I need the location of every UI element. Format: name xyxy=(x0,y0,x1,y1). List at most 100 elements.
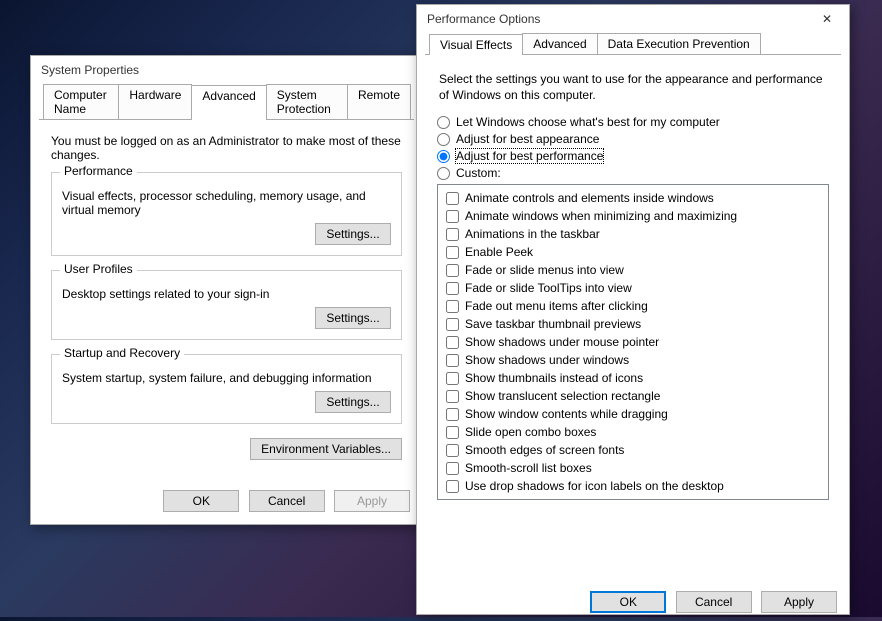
system-properties-title: System Properties xyxy=(41,63,420,77)
group-startup-recovery-legend: Startup and Recovery xyxy=(60,346,184,360)
tab-perf-advanced[interactable]: Advanced xyxy=(522,33,597,54)
check-input-11[interactable] xyxy=(446,390,459,403)
check-input-9[interactable] xyxy=(446,354,459,367)
system-properties-titlebar: System Properties xyxy=(31,56,422,84)
visual-effects-radio-group: Let Windows choose what's best for my co… xyxy=(437,115,829,180)
tab-advanced[interactable]: Advanced xyxy=(191,85,266,120)
check-input-4[interactable] xyxy=(446,264,459,277)
startup-recovery-settings-button[interactable]: Settings... xyxy=(315,391,391,413)
check-option-8[interactable]: Show shadows under mouse pointer xyxy=(444,333,822,351)
group-user-profiles-legend: User Profiles xyxy=(60,262,137,276)
sysprops-apply-button[interactable]: Apply xyxy=(334,490,410,512)
check-input-6[interactable] xyxy=(446,300,459,313)
check-input-1[interactable] xyxy=(446,210,459,223)
perfopts-ok-button[interactable]: OK xyxy=(590,591,666,613)
sysprops-ok-button[interactable]: OK xyxy=(163,490,239,512)
check-option-0[interactable]: Animate controls and elements inside win… xyxy=(444,189,822,207)
check-label-2: Animations in the taskbar xyxy=(465,225,600,243)
group-user-profiles: User Profiles Desktop settings related t… xyxy=(51,270,402,340)
radio-option-2[interactable]: Adjust for best performance xyxy=(437,149,829,163)
performance-options-titlebar: Performance Options ✕ xyxy=(417,5,849,33)
performance-options-tabstrip: Visual Effects Advanced Data Execution P… xyxy=(425,33,841,55)
check-input-16[interactable] xyxy=(446,480,459,493)
radio-option-1[interactable]: Adjust for best appearance xyxy=(437,132,829,146)
performance-options-button-row: OK Cancel Apply xyxy=(417,583,849,621)
group-startup-recovery: Startup and Recovery System startup, sys… xyxy=(51,354,402,424)
radio-input-1[interactable] xyxy=(437,133,450,146)
check-option-15[interactable]: Smooth-scroll list boxes xyxy=(444,459,822,477)
check-input-7[interactable] xyxy=(446,318,459,331)
perfopts-apply-button[interactable]: Apply xyxy=(761,591,837,613)
performance-options-title: Performance Options xyxy=(427,12,807,26)
radio-input-0[interactable] xyxy=(437,116,450,129)
close-icon[interactable]: ✕ xyxy=(807,6,847,32)
check-label-7: Save taskbar thumbnail previews xyxy=(465,315,641,333)
check-option-2[interactable]: Animations in the taskbar xyxy=(444,225,822,243)
check-label-15: Smooth-scroll list boxes xyxy=(465,459,592,477)
system-properties-window: System Properties Computer Name Hardware… xyxy=(30,55,423,525)
tab-hardware[interactable]: Hardware xyxy=(118,84,192,119)
environment-variables-button[interactable]: Environment Variables... xyxy=(250,438,402,460)
tab-system-protection[interactable]: System Protection xyxy=(266,84,348,119)
radio-option-0[interactable]: Let Windows choose what's best for my co… xyxy=(437,115,829,129)
check-option-12[interactable]: Show window contents while dragging xyxy=(444,405,822,423)
check-option-10[interactable]: Show thumbnails instead of icons xyxy=(444,369,822,387)
group-performance-legend: Performance xyxy=(60,164,137,178)
visual-effects-intro: Select the settings you want to use for … xyxy=(439,71,827,103)
check-input-0[interactable] xyxy=(446,192,459,205)
group-user-profiles-desc: Desktop settings related to your sign-in xyxy=(62,287,391,301)
system-properties-tab-body: You must be logged on as an Administrato… xyxy=(39,120,414,474)
check-input-12[interactable] xyxy=(446,408,459,421)
check-option-16[interactable]: Use drop shadows for icon labels on the … xyxy=(444,477,822,495)
performance-settings-button[interactable]: Settings... xyxy=(315,223,391,245)
check-label-3: Enable Peek xyxy=(465,243,533,261)
visual-effects-check-list[interactable]: Animate controls and elements inside win… xyxy=(437,184,829,500)
performance-options-tab-body: Select the settings you want to use for … xyxy=(425,55,841,575)
check-label-0: Animate controls and elements inside win… xyxy=(465,189,714,207)
check-option-5[interactable]: Fade or slide ToolTips into view xyxy=(444,279,822,297)
radio-option-3[interactable]: Custom: xyxy=(437,166,829,180)
check-option-14[interactable]: Smooth edges of screen fonts xyxy=(444,441,822,459)
check-option-9[interactable]: Show shadows under windows xyxy=(444,351,822,369)
sysprops-cancel-button[interactable]: Cancel xyxy=(249,490,325,512)
group-performance-desc: Visual effects, processor scheduling, me… xyxy=(62,189,391,217)
radio-input-3[interactable] xyxy=(437,167,450,180)
check-label-11: Show translucent selection rectangle xyxy=(465,387,660,405)
radio-label-3: Custom: xyxy=(456,166,501,180)
check-label-5: Fade or slide ToolTips into view xyxy=(465,279,632,297)
check-label-14: Smooth edges of screen fonts xyxy=(465,441,624,459)
tab-remote[interactable]: Remote xyxy=(347,84,411,119)
check-label-16: Use drop shadows for icon labels on the … xyxy=(465,477,724,495)
check-input-5[interactable] xyxy=(446,282,459,295)
check-label-12: Show window contents while dragging xyxy=(465,405,668,423)
radio-input-2[interactable] xyxy=(437,150,450,163)
check-option-7[interactable]: Save taskbar thumbnail previews xyxy=(444,315,822,333)
check-label-9: Show shadows under windows xyxy=(465,351,629,369)
tab-dep[interactable]: Data Execution Prevention xyxy=(597,33,761,54)
check-option-11[interactable]: Show translucent selection rectangle xyxy=(444,387,822,405)
check-option-1[interactable]: Animate windows when minimizing and maxi… xyxy=(444,207,822,225)
user-profiles-settings-button[interactable]: Settings... xyxy=(315,307,391,329)
check-input-14[interactable] xyxy=(446,444,459,457)
check-label-1: Animate windows when minimizing and maxi… xyxy=(465,207,737,225)
check-label-6: Fade out menu items after clicking xyxy=(465,297,648,315)
check-option-13[interactable]: Slide open combo boxes xyxy=(444,423,822,441)
check-input-2[interactable] xyxy=(446,228,459,241)
check-option-6[interactable]: Fade out menu items after clicking xyxy=(444,297,822,315)
check-input-15[interactable] xyxy=(446,462,459,475)
tab-visual-effects[interactable]: Visual Effects xyxy=(429,34,523,55)
system-properties-tabstrip: Computer Name Hardware Advanced System P… xyxy=(39,84,414,120)
check-option-3[interactable]: Enable Peek xyxy=(444,243,822,261)
check-option-4[interactable]: Fade or slide menus into view xyxy=(444,261,822,279)
admin-note: You must be logged on as an Administrato… xyxy=(51,134,402,162)
perfopts-cancel-button[interactable]: Cancel xyxy=(676,591,752,613)
check-label-13: Slide open combo boxes xyxy=(465,423,596,441)
group-performance: Performance Visual effects, processor sc… xyxy=(51,172,402,256)
check-input-3[interactable] xyxy=(446,246,459,259)
check-input-10[interactable] xyxy=(446,372,459,385)
check-input-8[interactable] xyxy=(446,336,459,349)
tab-computer-name[interactable]: Computer Name xyxy=(43,84,119,119)
radio-label-0: Let Windows choose what's best for my co… xyxy=(456,115,720,129)
performance-options-window: Performance Options ✕ Visual Effects Adv… xyxy=(416,4,850,615)
check-input-13[interactable] xyxy=(446,426,459,439)
